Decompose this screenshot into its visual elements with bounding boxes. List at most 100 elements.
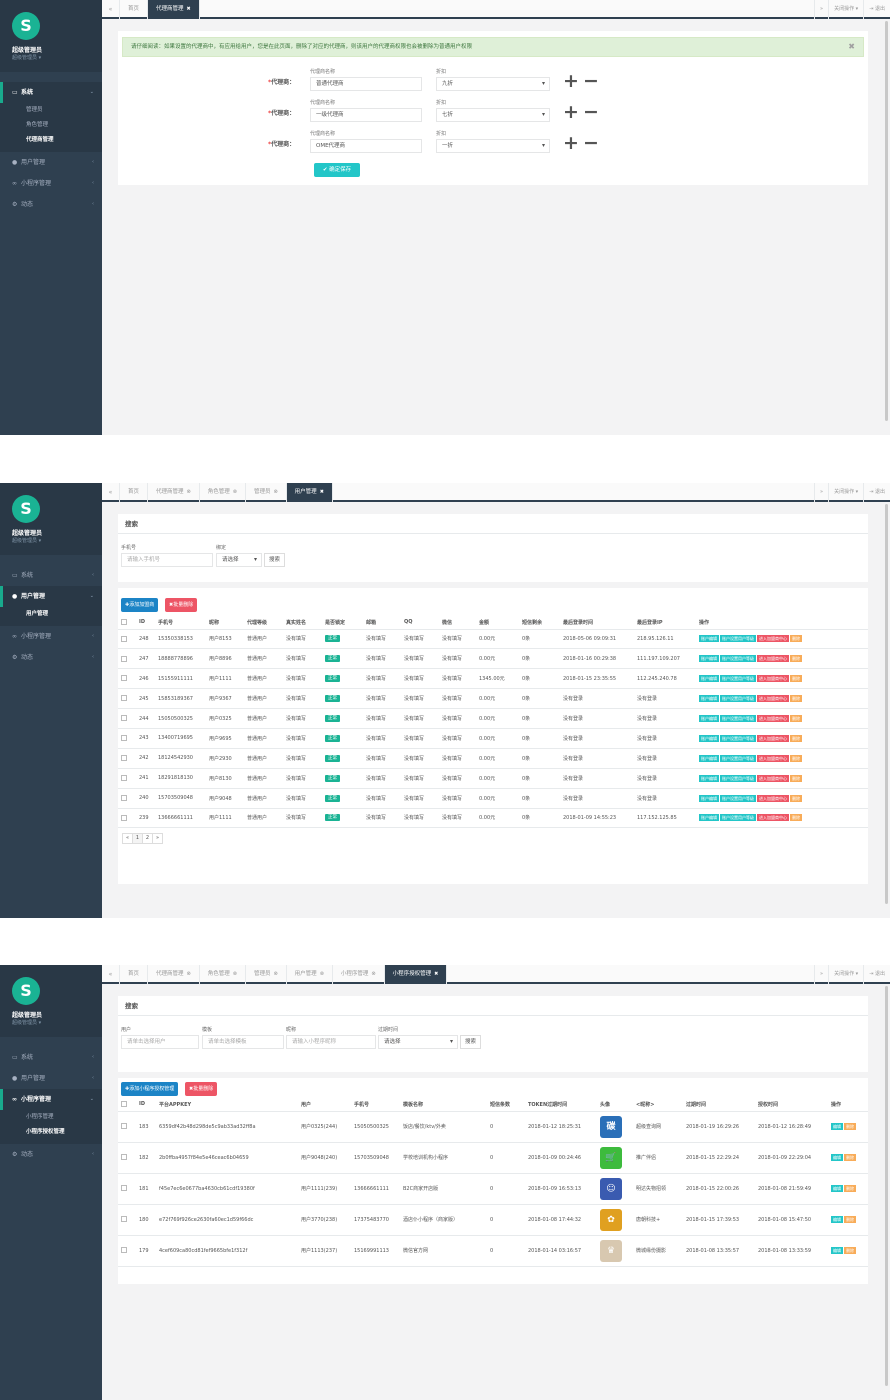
row-checkbox[interactable] (121, 655, 127, 662)
enter-agent-center-button[interactable]: 进入加盟商中心 (757, 734, 789, 742)
template-picker-input[interactable]: 请单击选择模板 (202, 1035, 284, 1049)
profile-role-dropdown[interactable]: 超级管理员 ▾ (12, 54, 41, 61)
sidebar-subitem-miniapp[interactable]: 小程序管理 (0, 1110, 102, 1125)
tab-home[interactable]: 首页 (120, 965, 149, 984)
enter-agent-center-button[interactable]: 进入加盟商中心 (757, 814, 789, 822)
close-icon[interactable]: ⊗ (233, 971, 237, 977)
row-checkbox[interactable] (121, 715, 127, 722)
set-level-button[interactable]: 账户设置用户等级 (720, 695, 756, 703)
row-checkbox[interactable] (121, 735, 127, 742)
close-operations-dropdown[interactable]: 关闭操作 ▾ (828, 0, 863, 19)
row-checkbox[interactable] (121, 635, 127, 642)
delete-button[interactable]: 删除 (790, 774, 802, 782)
phone-input[interactable]: 请输入手机号 (121, 553, 213, 567)
discount-select[interactable]: 七折 (436, 108, 550, 122)
agent-name-input[interactable]: OME代理商 (310, 139, 422, 153)
tab-home[interactable]: 首页 (120, 0, 149, 19)
edit-account-button[interactable]: 账户编辑 (699, 715, 719, 722)
set-level-button[interactable]: 账户设置用户等级 (720, 734, 756, 742)
sidebar-item-miniapp[interactable]: ∞ 小程序管理 ‹ (0, 626, 102, 647)
edit-account-button[interactable]: 账户编辑 (699, 655, 719, 663)
logout-button[interactable]: ⇥ 退出 (863, 0, 890, 19)
edit-account-button[interactable]: 账户编辑 (699, 754, 719, 762)
enter-agent-center-button[interactable]: 进入加盟商中心 (757, 794, 789, 802)
tab-agents[interactable]: 代理商管理 ⊗ (148, 483, 200, 502)
logout-button[interactable]: ⇥ 退出 (863, 483, 890, 502)
sidebar-item-miniapp[interactable]: ∞ 小程序管理 ‹ (0, 173, 102, 194)
delete-button[interactable]: 删除 (790, 635, 802, 643)
close-icon[interactable]: ⊗ (273, 971, 277, 977)
row-checkbox[interactable] (121, 695, 127, 702)
sidebar-item-dynamic[interactable]: ⚙ 动态 ‹ (0, 194, 102, 215)
edit-account-button[interactable]: 账户编辑 (699, 774, 719, 782)
row-checkbox[interactable] (121, 675, 127, 682)
tab-scroll-right-button[interactable]: » (814, 965, 828, 984)
close-icon[interactable]: ✖ (187, 6, 191, 12)
delete-button[interactable]: 删除 (790, 655, 802, 663)
tab-users[interactable]: 用户管理 ✖ (286, 483, 333, 502)
expire-select[interactable]: 请选择 (378, 1035, 458, 1049)
agent-name-input[interactable]: 普通代理商 (310, 77, 422, 91)
sidebar-item-users[interactable]: ● 用户管理 ⌄ (0, 586, 102, 607)
sidebar-item-system[interactable]: ▭ 系统 ⌄ (0, 82, 102, 103)
add-agent-button[interactable]: ✚添加加盟商 (121, 598, 159, 612)
sidebar-item-miniapp[interactable]: ∞ 小程序管理 ⌄ (0, 1089, 102, 1110)
batch-delete-button[interactable]: ✖批量删除 (165, 598, 198, 612)
search-button[interactable]: 搜索 (264, 553, 286, 567)
edit-account-button[interactable]: 账户编辑 (699, 814, 719, 822)
close-icon[interactable]: ⊗ (371, 971, 375, 977)
save-button[interactable]: ✔ 确定保存 (314, 163, 360, 177)
discount-select[interactable]: 九折 (436, 77, 550, 91)
select-all-checkbox[interactable] (121, 619, 127, 625)
close-icon[interactable]: ⊗ (187, 489, 191, 495)
row-checkbox[interactable] (121, 1123, 127, 1130)
enter-agent-center-button[interactable]: 进入加盟商中心 (757, 774, 789, 782)
tab-scroll-right-button[interactable]: » (814, 483, 828, 502)
row-checkbox[interactable] (121, 755, 127, 762)
delete-button[interactable]: 删除 (790, 715, 802, 722)
sidebar-subitem-admin[interactable]: 管理员 (0, 103, 102, 118)
sidebar-subitem-roles[interactable]: 角色管理 (0, 118, 102, 133)
tab-admins[interactable]: 管理员 ⊗ (246, 965, 287, 984)
close-operations-dropdown[interactable]: 关闭操作 ▾ (828, 483, 863, 502)
tab-home[interactable]: 首页 (120, 483, 149, 502)
close-icon[interactable]: ⊗ (187, 971, 191, 977)
search-button[interactable]: 搜索 (460, 1035, 482, 1049)
row-checkbox[interactable] (121, 794, 127, 801)
row-checkbox[interactable] (121, 774, 127, 781)
discount-select[interactable]: 一折 (436, 139, 550, 153)
enter-agent-center-button[interactable]: 进入加盟商中心 (757, 754, 789, 762)
delete-button[interactable]: 删除 (790, 814, 802, 822)
set-level-button[interactable]: 账户设置用户等级 (720, 814, 756, 822)
tab-scroll-right-button[interactable]: » (814, 0, 828, 19)
edit-button[interactable]: 编辑 (831, 1216, 843, 1223)
bind-select[interactable]: 请选择 (216, 553, 262, 567)
scrollbar[interactable] (885, 986, 888, 1386)
select-all-checkbox[interactable] (121, 1101, 127, 1107)
enter-agent-center-button[interactable]: 进入加盟商中心 (757, 715, 789, 722)
tab-scroll-left-button[interactable]: « (102, 965, 120, 984)
enter-agent-center-button[interactable]: 进入加盟商中心 (757, 695, 789, 703)
batch-delete-button[interactable]: ✖批量删除 (185, 1082, 218, 1096)
row-checkbox[interactable] (121, 1185, 127, 1192)
page-next-button[interactable]: » (152, 833, 163, 844)
delete-button[interactable]: 删除 (844, 1216, 856, 1223)
sidebar-item-dynamic[interactable]: ⚙ 动态 ‹ (0, 1144, 102, 1165)
user-picker-input[interactable]: 请单击选择用户 (121, 1035, 199, 1049)
delete-button[interactable]: 删除 (844, 1154, 856, 1161)
set-level-button[interactable]: 账户设置用户等级 (720, 794, 756, 802)
logout-button[interactable]: ⇥ 退出 (863, 965, 890, 984)
tab-users[interactable]: 用户管理 ⊗ (287, 965, 333, 984)
delete-button[interactable]: 删除 (790, 734, 802, 742)
row-checkbox[interactable] (121, 1154, 127, 1161)
delete-button[interactable]: 删除 (790, 754, 802, 762)
close-icon[interactable]: ⊗ (320, 971, 324, 977)
close-icon[interactable]: ✖ (848, 38, 855, 56)
sidebar-item-system[interactable]: ▭ 系统 ‹ (0, 1047, 102, 1068)
delete-button[interactable]: 删除 (790, 675, 802, 683)
remove-row-button[interactable]: − (583, 103, 599, 122)
enter-agent-center-button[interactable]: 进入加盟商中心 (757, 635, 789, 643)
row-checkbox[interactable] (121, 814, 127, 821)
scrollbar[interactable] (885, 21, 888, 421)
set-level-button[interactable]: 账户设置用户等级 (720, 774, 756, 782)
